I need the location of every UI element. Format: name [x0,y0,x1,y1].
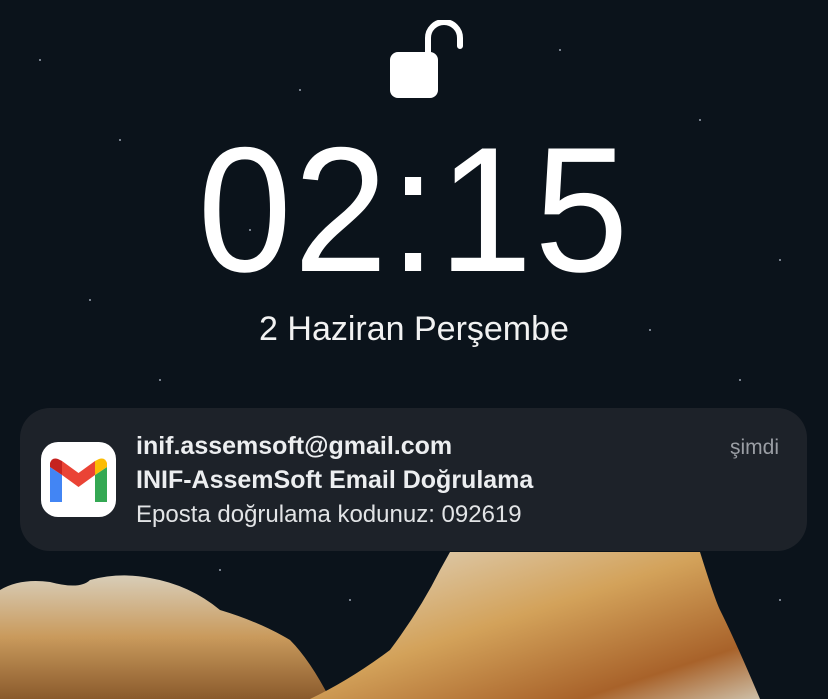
notification-card[interactable]: inif.assemsoft@gmail.com INIF-AssemSoft … [20,408,807,551]
gmail-icon [41,442,116,517]
rock-formation-left [0,575,330,699]
notification-body: Eposta doğrulama kodunuz: 092619 [136,501,522,528]
unlocked-padlock-icon[interactable] [388,20,468,100]
rock-formation-right [310,552,760,699]
notification-timestamp: şimdi [729,436,779,459]
clock-time: 02:15 [197,110,631,309]
notification-sender: inif.assemsoft@gmail.com [136,432,453,460]
notification-subject: INIF-AssemSoft Email Doğrulama [136,466,534,494]
wallpaper [0,49,781,699]
date-label: 2 Haziran Perşembe [259,310,569,348]
